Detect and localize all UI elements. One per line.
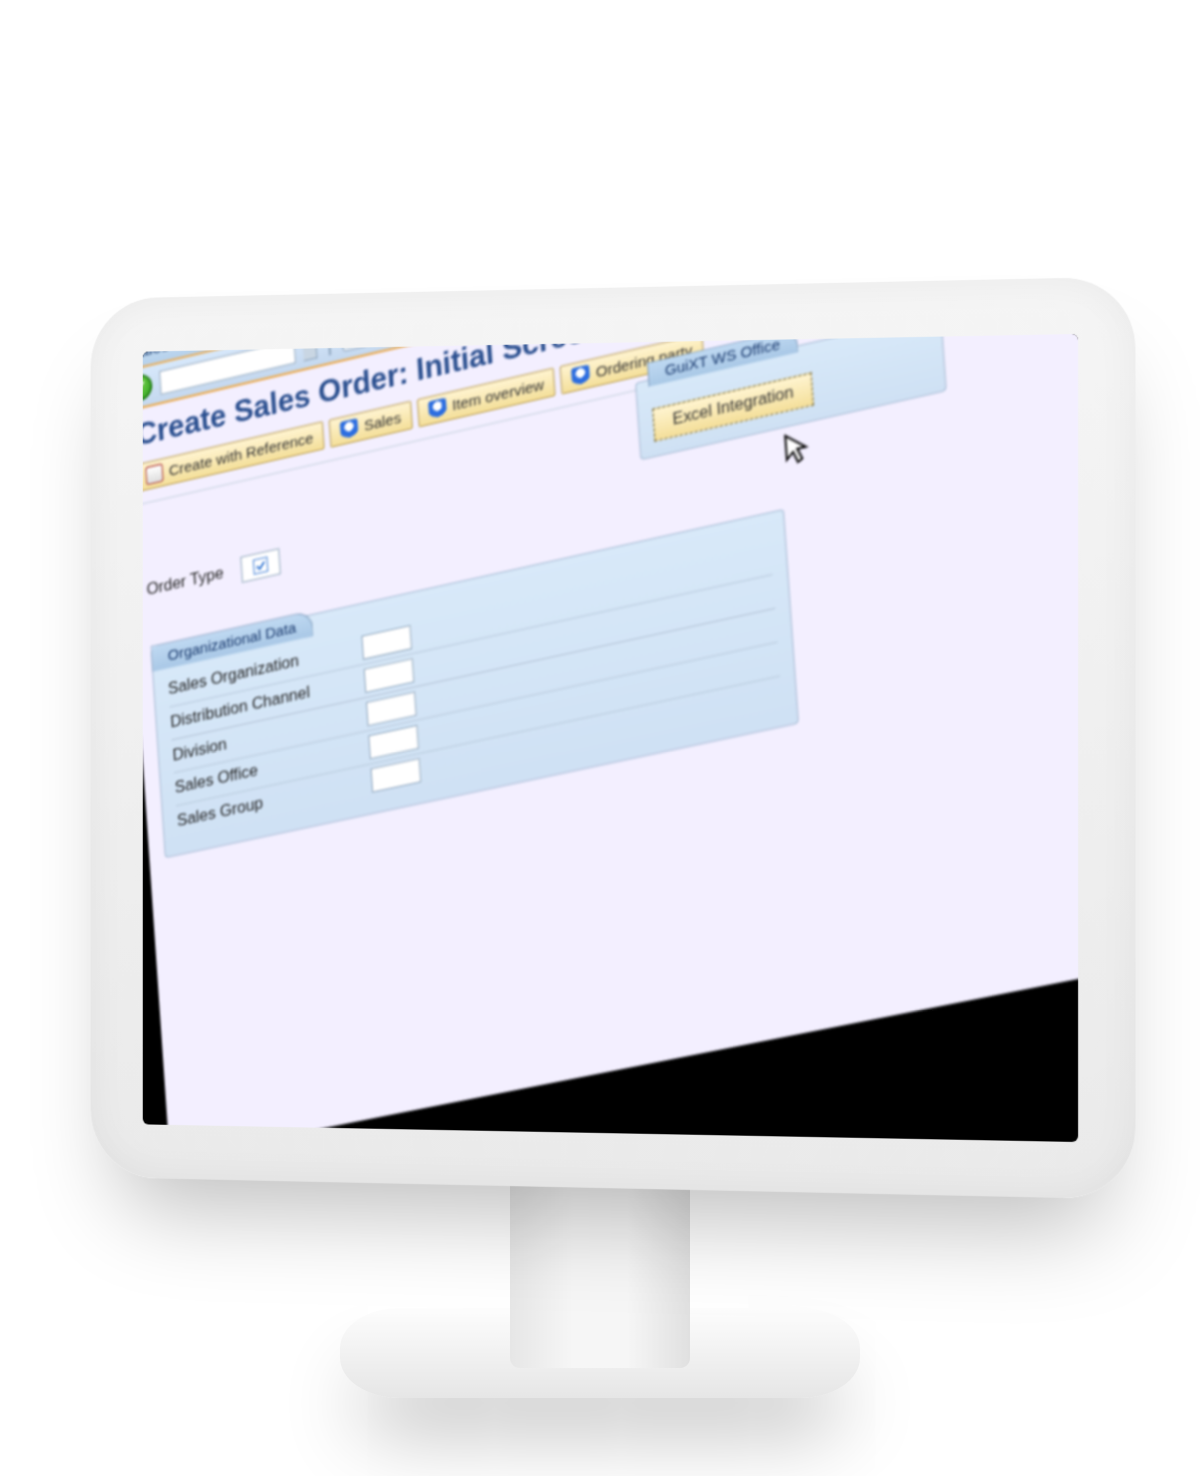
sales-office-input[interactable] [368, 725, 419, 760]
command-field-dropdown[interactable] [302, 334, 317, 361]
person-icon [340, 418, 359, 440]
order-type-label: Order Type [146, 565, 224, 600]
sap-screen: Sales document Edit Goto Environment Sys… [143, 334, 1078, 1142]
back-button[interactable] [392, 334, 419, 340]
sales-group-input[interactable] [370, 758, 421, 793]
division-input[interactable] [366, 691, 417, 726]
toolbar-separator [328, 334, 332, 355]
cursor-icon [783, 428, 812, 467]
monitor-mockup: Sales document Edit Goto Environment Sys… [75, 288, 1125, 1188]
save-button[interactable]: 💾 [341, 334, 368, 352]
excel-integration-button[interactable]: Excel Integration [652, 372, 814, 441]
person-icon [428, 398, 447, 420]
person-icon [571, 364, 590, 386]
sales-label: Sales [363, 409, 401, 435]
monitor-bezel: Sales document Edit Goto Environment Sys… [91, 276, 1136, 1199]
order-type-input[interactable] [240, 548, 281, 583]
document-icon [145, 463, 163, 485]
toolbar-separator [378, 334, 382, 343]
search-help-icon [252, 556, 269, 576]
sales-organization-input[interactable] [361, 625, 412, 660]
screen-clip: Sales document Edit Goto Environment Sys… [143, 334, 1078, 1142]
distribution-channel-input[interactable] [364, 658, 415, 693]
enter-button[interactable]: ✔ [143, 372, 153, 404]
